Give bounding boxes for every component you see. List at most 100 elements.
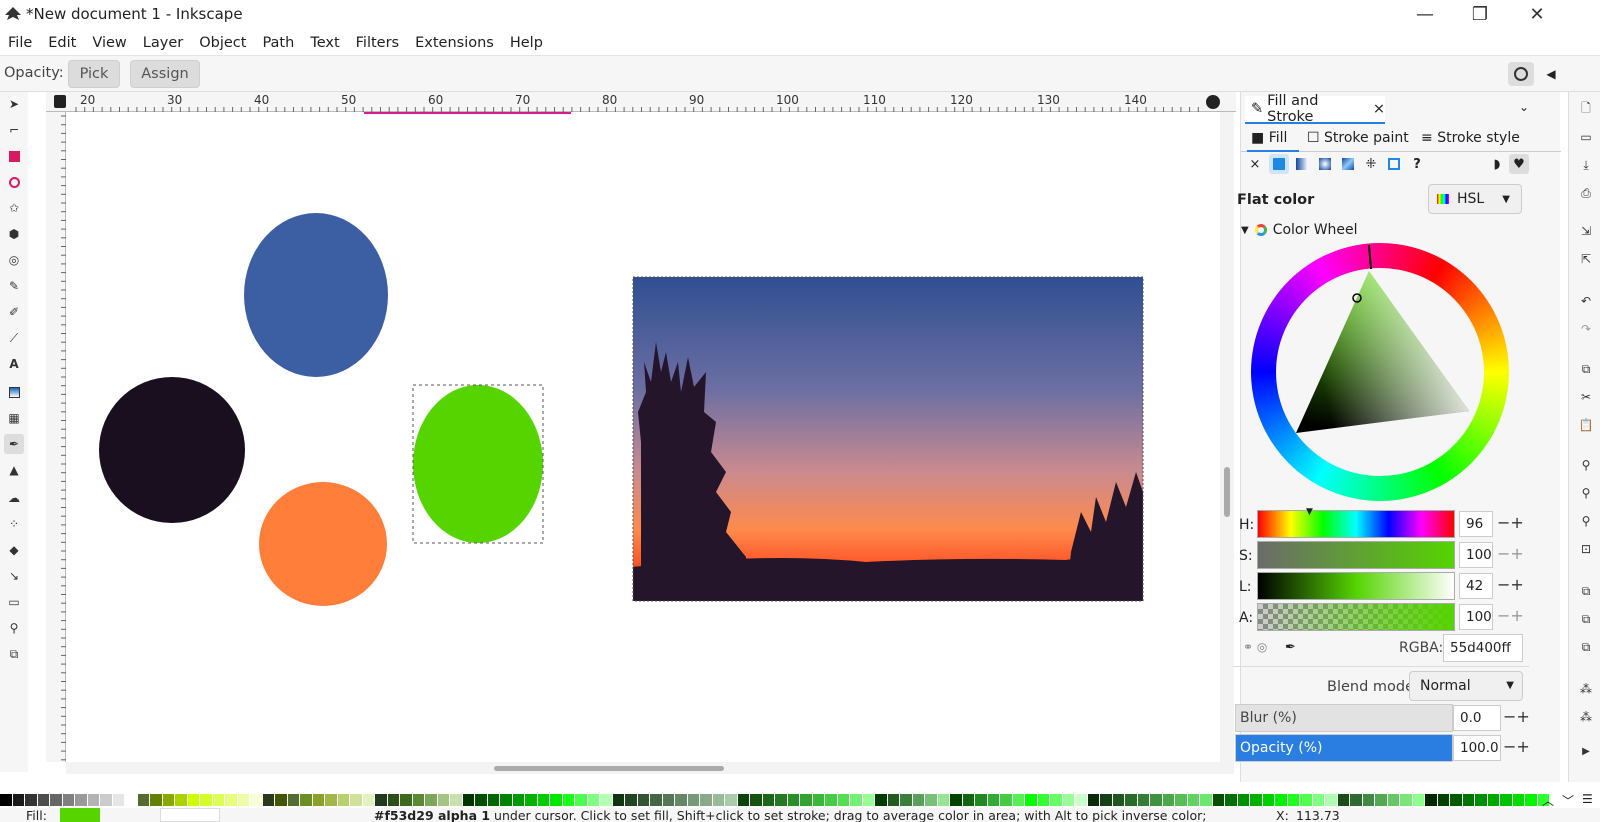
- layer-selector[interactable]: [160, 808, 220, 822]
- ungroup-icon[interactable]: ⁂: [1577, 708, 1595, 726]
- palette-swatch[interactable]: [487, 794, 500, 806]
- assign-button[interactable]: Assign: [130, 60, 200, 88]
- menu-text[interactable]: Text: [302, 30, 347, 56]
- import-icon[interactable]: ⇲: [1577, 222, 1595, 240]
- tweak-tool-icon[interactable]: ☁: [4, 488, 24, 508]
- palette-swatch[interactable]: [12, 794, 25, 806]
- new-document-icon[interactable]: 🗋: [1577, 100, 1595, 118]
- palette-swatch[interactable]: [1437, 794, 1450, 806]
- palette-swatch[interactable]: [687, 794, 700, 806]
- lightness-slider[interactable]: [1257, 572, 1455, 600]
- palette-swatch[interactable]: [962, 794, 975, 806]
- gradient-tool-icon[interactable]: [4, 382, 24, 402]
- palette-swatch[interactable]: [1487, 794, 1500, 806]
- blur-input[interactable]: 0.0: [1453, 705, 1501, 731]
- opacity-slider[interactable]: Opacity (%): [1235, 734, 1453, 762]
- clone-icon[interactable]: ⧉: [1577, 610, 1595, 628]
- palette-swatch[interactable]: [500, 794, 513, 806]
- blue-ellipse[interactable]: [244, 213, 388, 377]
- paste-icon[interactable]: 📋: [1577, 416, 1595, 434]
- calligraphy-tool-icon[interactable]: ⟋: [4, 328, 24, 348]
- selector-tool-icon[interactable]: ➤: [4, 94, 24, 114]
- pick-color-icon[interactable]: ✒: [1285, 640, 1296, 655]
- alpha-input[interactable]: 100: [1459, 604, 1493, 630]
- eraser-tool-icon[interactable]: ◆: [4, 540, 24, 560]
- palette-swatch[interactable]: [87, 794, 100, 806]
- palette-swatch[interactable]: [975, 794, 988, 806]
- palette-swatch[interactable]: [1450, 794, 1463, 806]
- rgba-input[interactable]: 55d400ff: [1443, 634, 1523, 662]
- palette-swatch[interactable]: [0, 794, 13, 806]
- zoom-selection-icon[interactable]: ⚲: [1577, 456, 1595, 474]
- palette-swatch[interactable]: [800, 794, 813, 806]
- palette-swatch[interactable]: [112, 794, 125, 806]
- palette-swatch[interactable]: [987, 794, 1000, 806]
- blur-slider[interactable]: Blur (%): [1235, 704, 1453, 732]
- palette-scroll-down-icon[interactable]: ﹀: [1562, 792, 1574, 809]
- snap-toggle[interactable]: [1508, 62, 1534, 86]
- palette-swatch[interactable]: [1187, 794, 1200, 806]
- close-button[interactable]: ✕: [1512, 2, 1562, 28]
- lightness-input[interactable]: 42: [1459, 573, 1493, 599]
- palette-swatch[interactable]: [75, 794, 88, 806]
- orange-circle[interactable]: [259, 482, 387, 606]
- palette-swatch[interactable]: [1200, 794, 1213, 806]
- opacity-input[interactable]: 100.0: [1453, 735, 1501, 761]
- palette-swatch[interactable]: [1087, 794, 1100, 806]
- zoom-page-icon[interactable]: ⚲: [1577, 512, 1595, 530]
- palette-swatch[interactable]: [625, 794, 638, 806]
- palette-swatch[interactable]: [37, 794, 50, 806]
- dropper-tool-icon[interactable]: ✒: [4, 434, 24, 454]
- palette-swatch[interactable]: [187, 794, 200, 806]
- paint-bucket-tool-icon[interactable]: ▲: [4, 460, 24, 480]
- more-commands-icon[interactable]: ▶: [1577, 742, 1595, 760]
- zoom-drawing-icon[interactable]: ⚲: [1577, 484, 1595, 502]
- palette-swatch[interactable]: [825, 794, 838, 806]
- palette-swatch[interactable]: [575, 794, 588, 806]
- palette-swatch[interactable]: [1175, 794, 1188, 806]
- pages-tool-icon[interactable]: ▭: [4, 592, 24, 612]
- group-icon[interactable]: ⁂: [1577, 680, 1595, 698]
- horizontal-scroll-thumb[interactable]: [494, 766, 724, 771]
- palette-swatch[interactable]: [1125, 794, 1138, 806]
- palette-swatch[interactable]: [662, 794, 675, 806]
- minimize-button[interactable]: —: [1400, 2, 1450, 28]
- mesh-gradient-icon[interactable]: [1338, 154, 1358, 174]
- rectangle-tool-icon[interactable]: [4, 146, 24, 166]
- dock-menu-chevron-icon[interactable]: ⌄: [1519, 100, 1529, 114]
- palette-swatch[interactable]: [400, 794, 413, 806]
- copy-icon[interactable]: ⧉: [1577, 360, 1595, 378]
- palette-swatch[interactable]: [125, 794, 138, 806]
- palette-swatch[interactable]: [1412, 794, 1425, 806]
- color-wheel-expander[interactable]: ▼ Color Wheel: [1241, 222, 1358, 238]
- duplicate-icon[interactable]: ⧉: [1577, 582, 1595, 600]
- palette-swatch[interactable]: [762, 794, 775, 806]
- palette-swatch[interactable]: [475, 794, 488, 806]
- menu-layer[interactable]: Layer: [135, 30, 191, 56]
- drawing-canvas[interactable]: [66, 112, 1234, 762]
- palette-swatch[interactable]: [437, 794, 450, 806]
- menu-help[interactable]: Help: [502, 30, 551, 56]
- palette-swatch[interactable]: [537, 794, 550, 806]
- palette-swatch[interactable]: [462, 794, 475, 806]
- node-tool-icon[interactable]: ⌐: [4, 120, 24, 140]
- palette-swatch[interactable]: [612, 794, 625, 806]
- menu-file[interactable]: File: [0, 30, 40, 56]
- fill-color-swatch[interactable]: [60, 808, 100, 822]
- palette-swatch[interactable]: [200, 794, 213, 806]
- palette-swatch[interactable]: [587, 794, 600, 806]
- color-wheel[interactable]: [1251, 243, 1509, 501]
- menu-edit[interactable]: Edit: [40, 30, 84, 56]
- unlink-clone-icon[interactable]: ⧉: [1577, 638, 1595, 656]
- palette-swatch[interactable]: [1287, 794, 1300, 806]
- palette-swatch[interactable]: [775, 794, 788, 806]
- palette-swatch[interactable]: [362, 794, 375, 806]
- pen-tool-icon[interactable]: ✎: [4, 276, 24, 296]
- palette-swatch[interactable]: [275, 794, 288, 806]
- palette-swatch[interactable]: [1150, 794, 1163, 806]
- palette-swatch[interactable]: [1262, 794, 1275, 806]
- pick-button[interactable]: Pick: [68, 60, 120, 88]
- palette-swatch[interactable]: [675, 794, 688, 806]
- palette-swatch[interactable]: [25, 794, 38, 806]
- dark-circle[interactable]: [99, 377, 245, 523]
